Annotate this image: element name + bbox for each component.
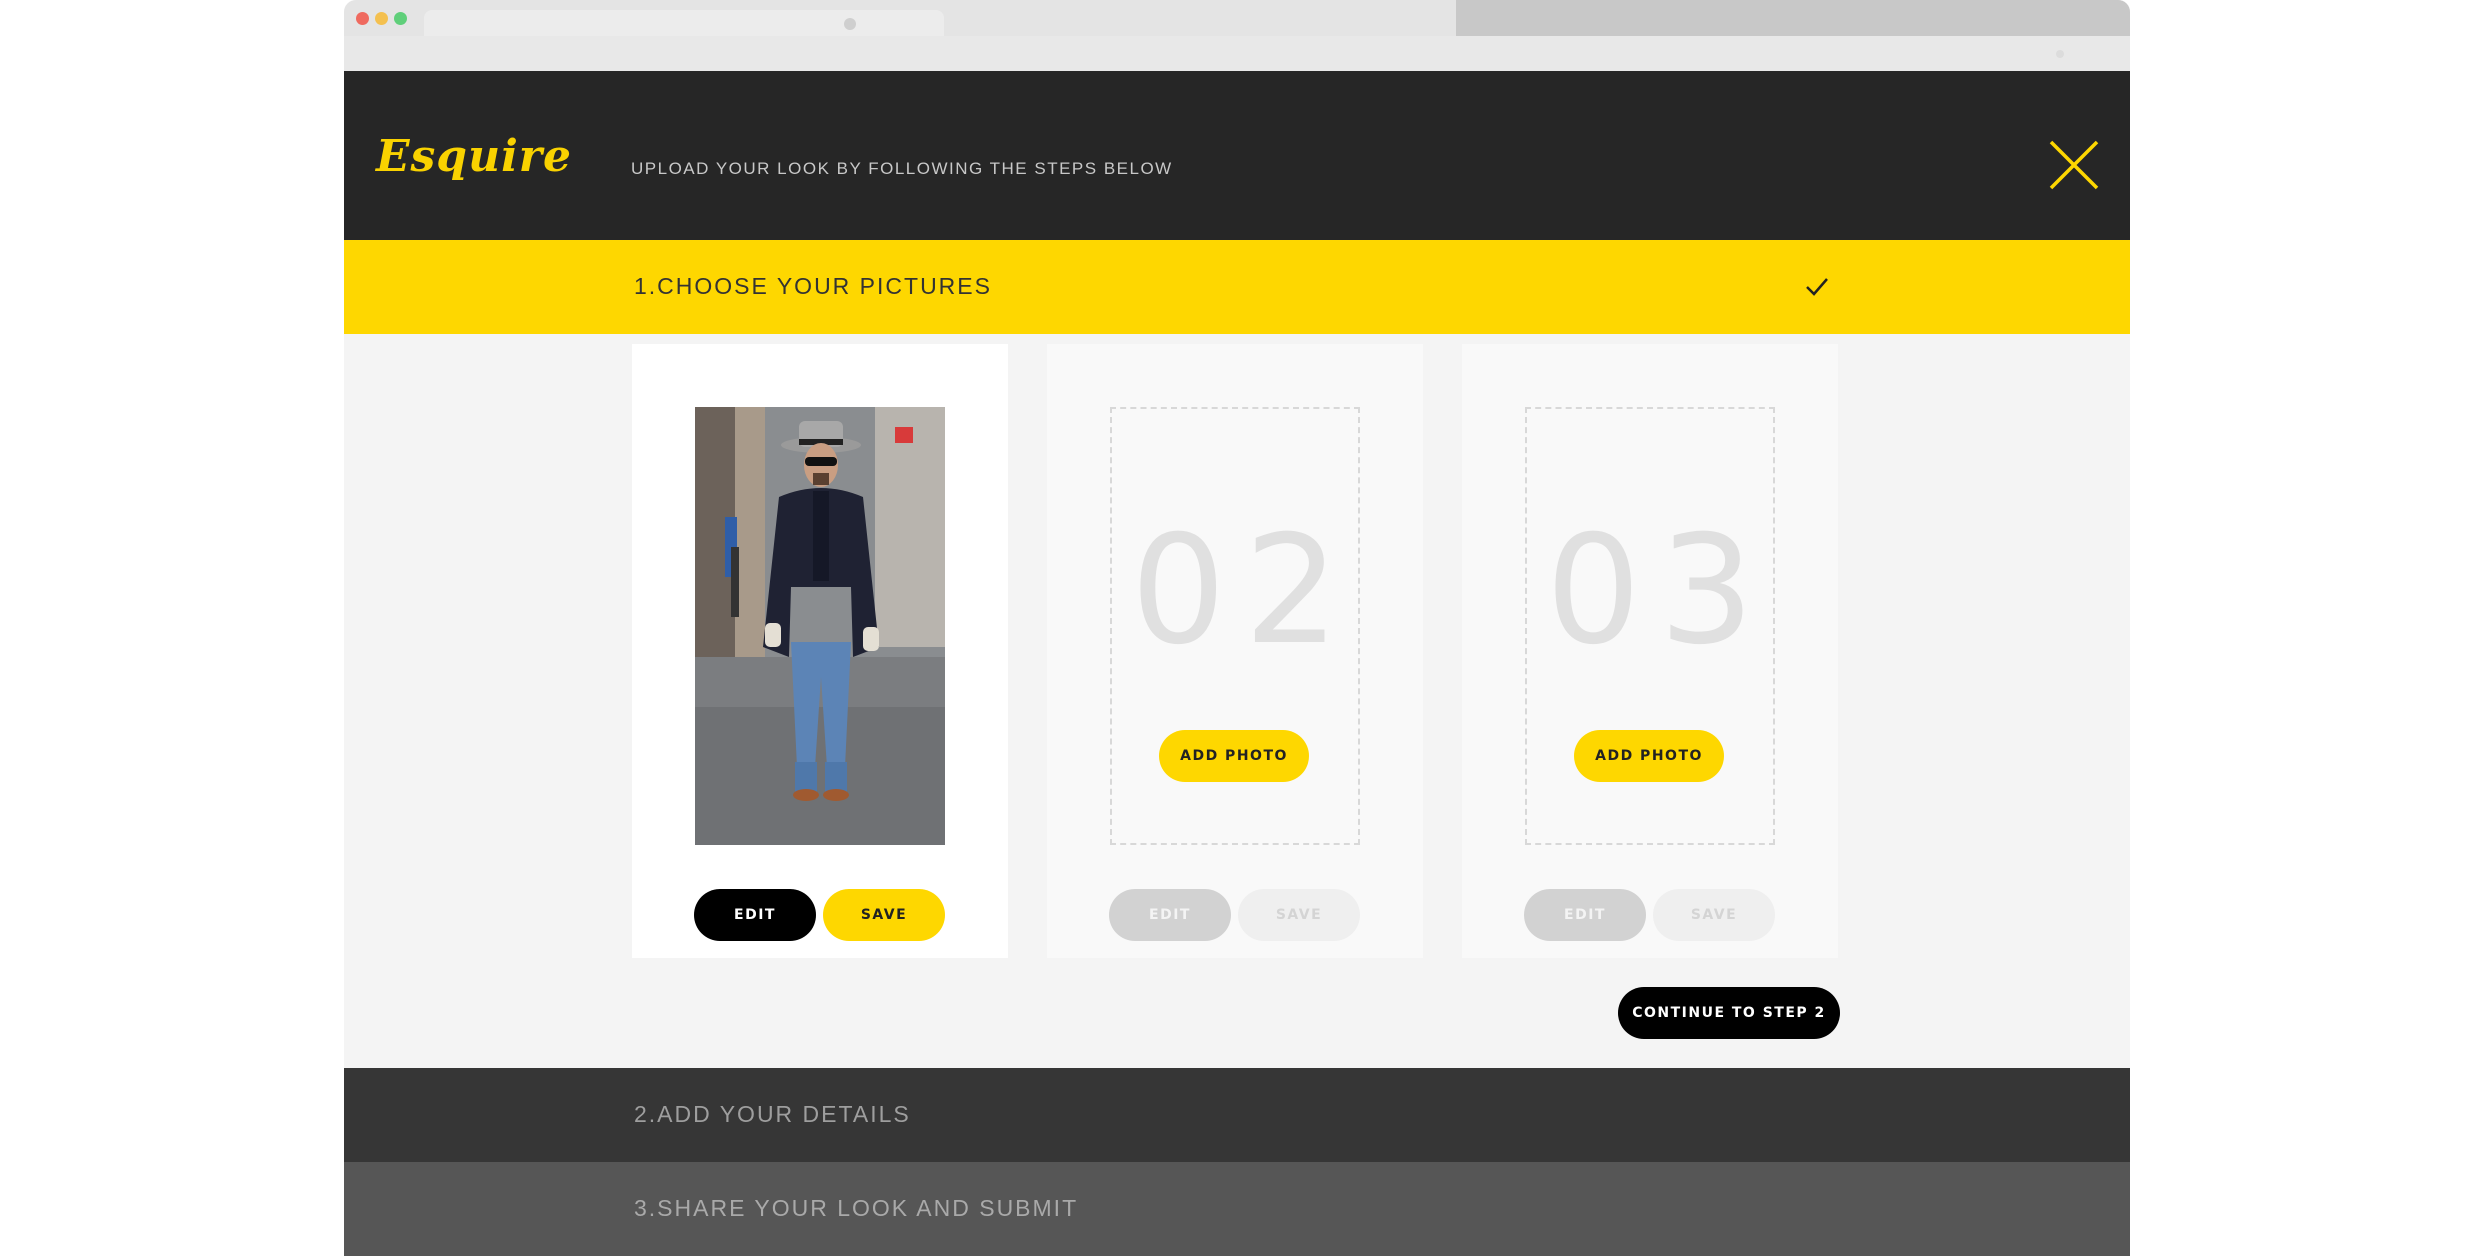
slot-number: 02 — [1130, 504, 1358, 678]
add-photo-button[interactable]: ADD PHOTO — [1574, 730, 1724, 782]
save-button[interactable]: SAVE — [1238, 889, 1360, 941]
photo-slot-3[interactable]: 03 ADD PHOTO — [1525, 407, 1775, 845]
step-2-label: 2.ADD YOUR DETAILS — [634, 1101, 911, 1127]
photo-card-1: EDIT SAVE — [632, 344, 1008, 958]
edit-button[interactable]: EDIT — [694, 889, 816, 941]
photo-slot-2[interactable]: 02 ADD PHOTO — [1110, 407, 1360, 845]
browser-window: Esquire UPLOAD YOUR LOOK BY FOLLOWING TH… — [344, 0, 2130, 1256]
edit-button[interactable]: EDIT — [1109, 889, 1231, 941]
tab-close-icon[interactable] — [844, 18, 856, 30]
slot-number: 03 — [1545, 504, 1773, 678]
save-button[interactable]: SAVE — [1653, 889, 1775, 941]
window-maximize-icon[interactable] — [394, 12, 407, 25]
window-close-icon[interactable] — [356, 12, 369, 25]
close-x-icon[interactable] — [2048, 139, 2100, 191]
edit-button[interactable]: EDIT — [1524, 889, 1646, 941]
browser-tab-bar-right — [1456, 0, 2130, 36]
photo-card-2: 02 ADD PHOTO EDIT SAVE — [1047, 344, 1423, 958]
window-minimize-icon[interactable] — [375, 12, 388, 25]
step-2-header[interactable]: 2.ADD YOUR DETAILS — [344, 1068, 2130, 1162]
step-3-header[interactable]: 3.SHARE YOUR LOOK AND SUBMIT — [344, 1162, 2130, 1256]
checkmark-icon — [1806, 278, 1828, 296]
step-1-content: EDIT SAVE 02 ADD PHOTO EDIT SAVE 03 ADD … — [344, 334, 2130, 1068]
continue-to-step-2-button[interactable]: CONTINUE TO STEP 2 — [1618, 987, 1840, 1039]
step-3-label: 3.SHARE YOUR LOOK AND SUBMIT — [634, 1195, 1079, 1221]
browser-toolbar — [344, 36, 2130, 71]
header-tagline: UPLOAD YOUR LOOK BY FOLLOWING THE STEPS … — [631, 159, 1173, 178]
browser-tab[interactable] — [424, 10, 944, 36]
step-1-label: 1.CHOOSE YOUR PICTURES — [634, 273, 992, 299]
esquire-logo[interactable]: Esquire — [376, 131, 572, 182]
toolbar-dot-icon — [2056, 50, 2064, 58]
street-style-photo-image — [695, 407, 945, 845]
photo-card-3: 03 ADD PHOTO EDIT SAVE — [1462, 344, 1838, 958]
add-photo-button[interactable]: ADD PHOTO — [1159, 730, 1309, 782]
save-button[interactable]: SAVE — [823, 889, 945, 941]
site-header: Esquire UPLOAD YOUR LOOK BY FOLLOWING TH… — [344, 71, 2130, 240]
step-1-header[interactable]: 1.CHOOSE YOUR PICTURES — [344, 240, 2130, 334]
uploaded-photo[interactable] — [695, 407, 945, 845]
